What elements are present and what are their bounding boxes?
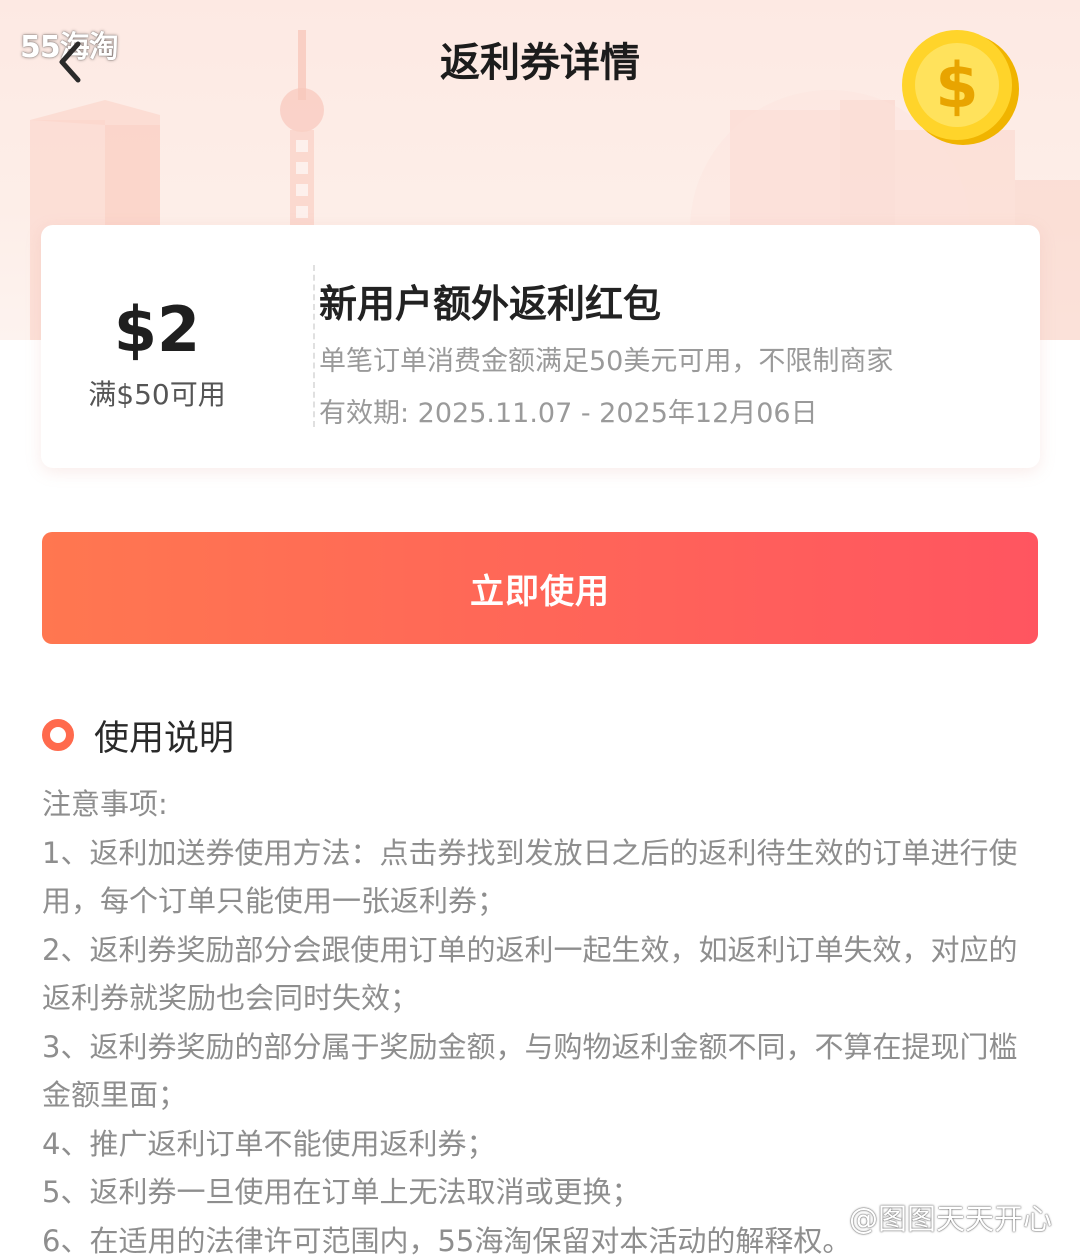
coupon-validity: 有效期: 2025.11.07 - 2025年12月06日	[319, 398, 818, 429]
use-now-button[interactable]: 立即使用	[42, 532, 1038, 644]
coupon-name: 新用户额外返利红包	[319, 282, 662, 326]
coupon-divider	[313, 265, 315, 427]
instructions-list: 注意事项: 1、返利加送券使用方法：点击券找到发放日之后的返利待生效的订单进行使…	[42, 780, 1032, 1260]
watermark-username: @图图天天开心	[848, 1202, 1052, 1236]
list-item: 4、推广返利订单不能使用返利券；	[42, 1126, 496, 1161]
coin-icon: $	[902, 30, 1019, 145]
list-item: 1、返利加送券使用方法：点击券找到发放日之后的返利待生效的订单进行使用，每个订单…	[42, 835, 1018, 919]
list-item: 3、返利券奖励的部分属于奖励金额，与购物返利金额不同，不算在提现门槛金额里面；	[42, 1029, 1018, 1113]
svg-text:$: $	[935, 49, 978, 122]
coupon-card[interactable]: $2 满$50可用 新用户额外返利红包 单笔订单消费金额满足50美元可用，不限制…	[41, 225, 1040, 468]
instructions-header: 使用说明	[42, 710, 234, 760]
list-item: 2、返利券奖励部分会跟使用订单的返利一起生效，如返利订单失效，对应的返利券就奖励…	[42, 932, 1018, 1016]
coupon-condition: 单笔订单消费金额满足50美元可用，不限制商家	[319, 346, 894, 377]
ring-bullet-icon	[42, 719, 74, 751]
coupon-amount-area: $2 满$50可用	[41, 225, 273, 468]
instructions-title: 使用说明	[94, 718, 235, 759]
coupon-amount: $2	[113, 293, 201, 366]
coupon-threshold: 满$50可用	[88, 378, 226, 411]
notice-label: 注意事项:	[42, 787, 168, 821]
